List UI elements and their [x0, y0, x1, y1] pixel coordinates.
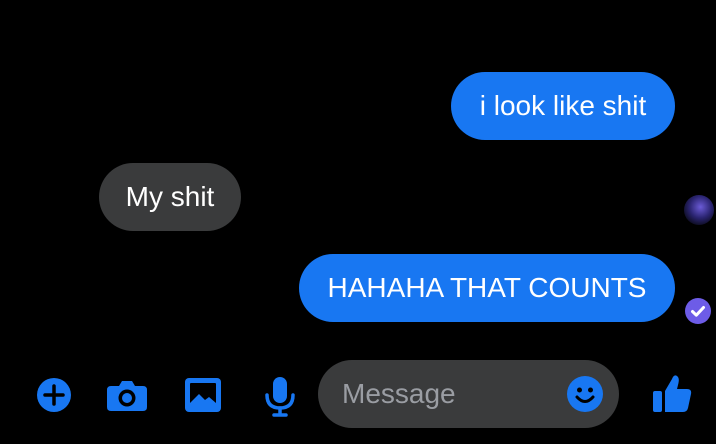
gallery-icon[interactable]: [183, 372, 223, 418]
thumbs-up-icon[interactable]: [650, 370, 694, 416]
plus-icon[interactable]: [34, 372, 74, 418]
emoji-icon[interactable]: [566, 375, 604, 413]
contact-avatar[interactable]: [684, 195, 714, 225]
incoming-message-bubble[interactable]: My shit: [99, 163, 241, 231]
outgoing-message-bubble[interactable]: HAHAHA THAT COUNTS: [299, 254, 675, 322]
microphone-icon[interactable]: [262, 372, 302, 418]
message-input[interactable]: [342, 360, 552, 428]
seen-check-icon: [685, 298, 711, 324]
message-thread: i look like shit My shit HAHAHA THAT COU…: [0, 0, 716, 350]
message-input-field[interactable]: [318, 360, 619, 428]
camera-icon[interactable]: [105, 372, 147, 418]
outgoing-message-bubble[interactable]: i look like shit: [451, 72, 675, 140]
